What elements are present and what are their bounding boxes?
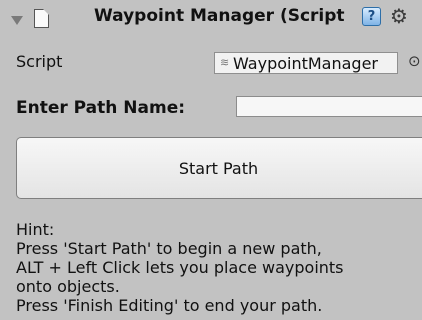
- hint-line: Press 'Start Path' to begin a new path,: [16, 239, 322, 258]
- script-reference-icon: ≋: [220, 56, 230, 69]
- foldout-triangle-icon[interactable]: [11, 16, 23, 25]
- script-label: Script: [16, 52, 63, 71]
- object-picker-icon[interactable]: ⊙: [408, 52, 421, 70]
- start-path-button-label: Start Path: [178, 158, 259, 178]
- hint-title: Hint:: [16, 220, 55, 239]
- gear-icon[interactable]: ⚙: [390, 4, 408, 28]
- path-name-input[interactable]: [236, 96, 422, 117]
- path-name-label: Enter Path Name:: [16, 98, 186, 118]
- component-title: Waypoint Manager (Script: [94, 6, 345, 26]
- hint-line: onto objects.: [16, 277, 120, 296]
- script-reference-value: WaypointManager: [233, 54, 379, 73]
- help-icon[interactable]: ?: [362, 7, 381, 26]
- script-file-icon: [34, 9, 49, 28]
- start-path-button[interactable]: Start Path: [16, 137, 422, 199]
- hint-box: Hint: Press 'Start Path' to begin a new …: [16, 220, 344, 315]
- hint-line: Press 'Finish Editing' to end your path.: [16, 296, 323, 315]
- script-reference-field[interactable]: ≋ WaypointManager: [214, 52, 398, 74]
- hint-line: ALT + Left Click lets you place waypoint…: [16, 258, 344, 277]
